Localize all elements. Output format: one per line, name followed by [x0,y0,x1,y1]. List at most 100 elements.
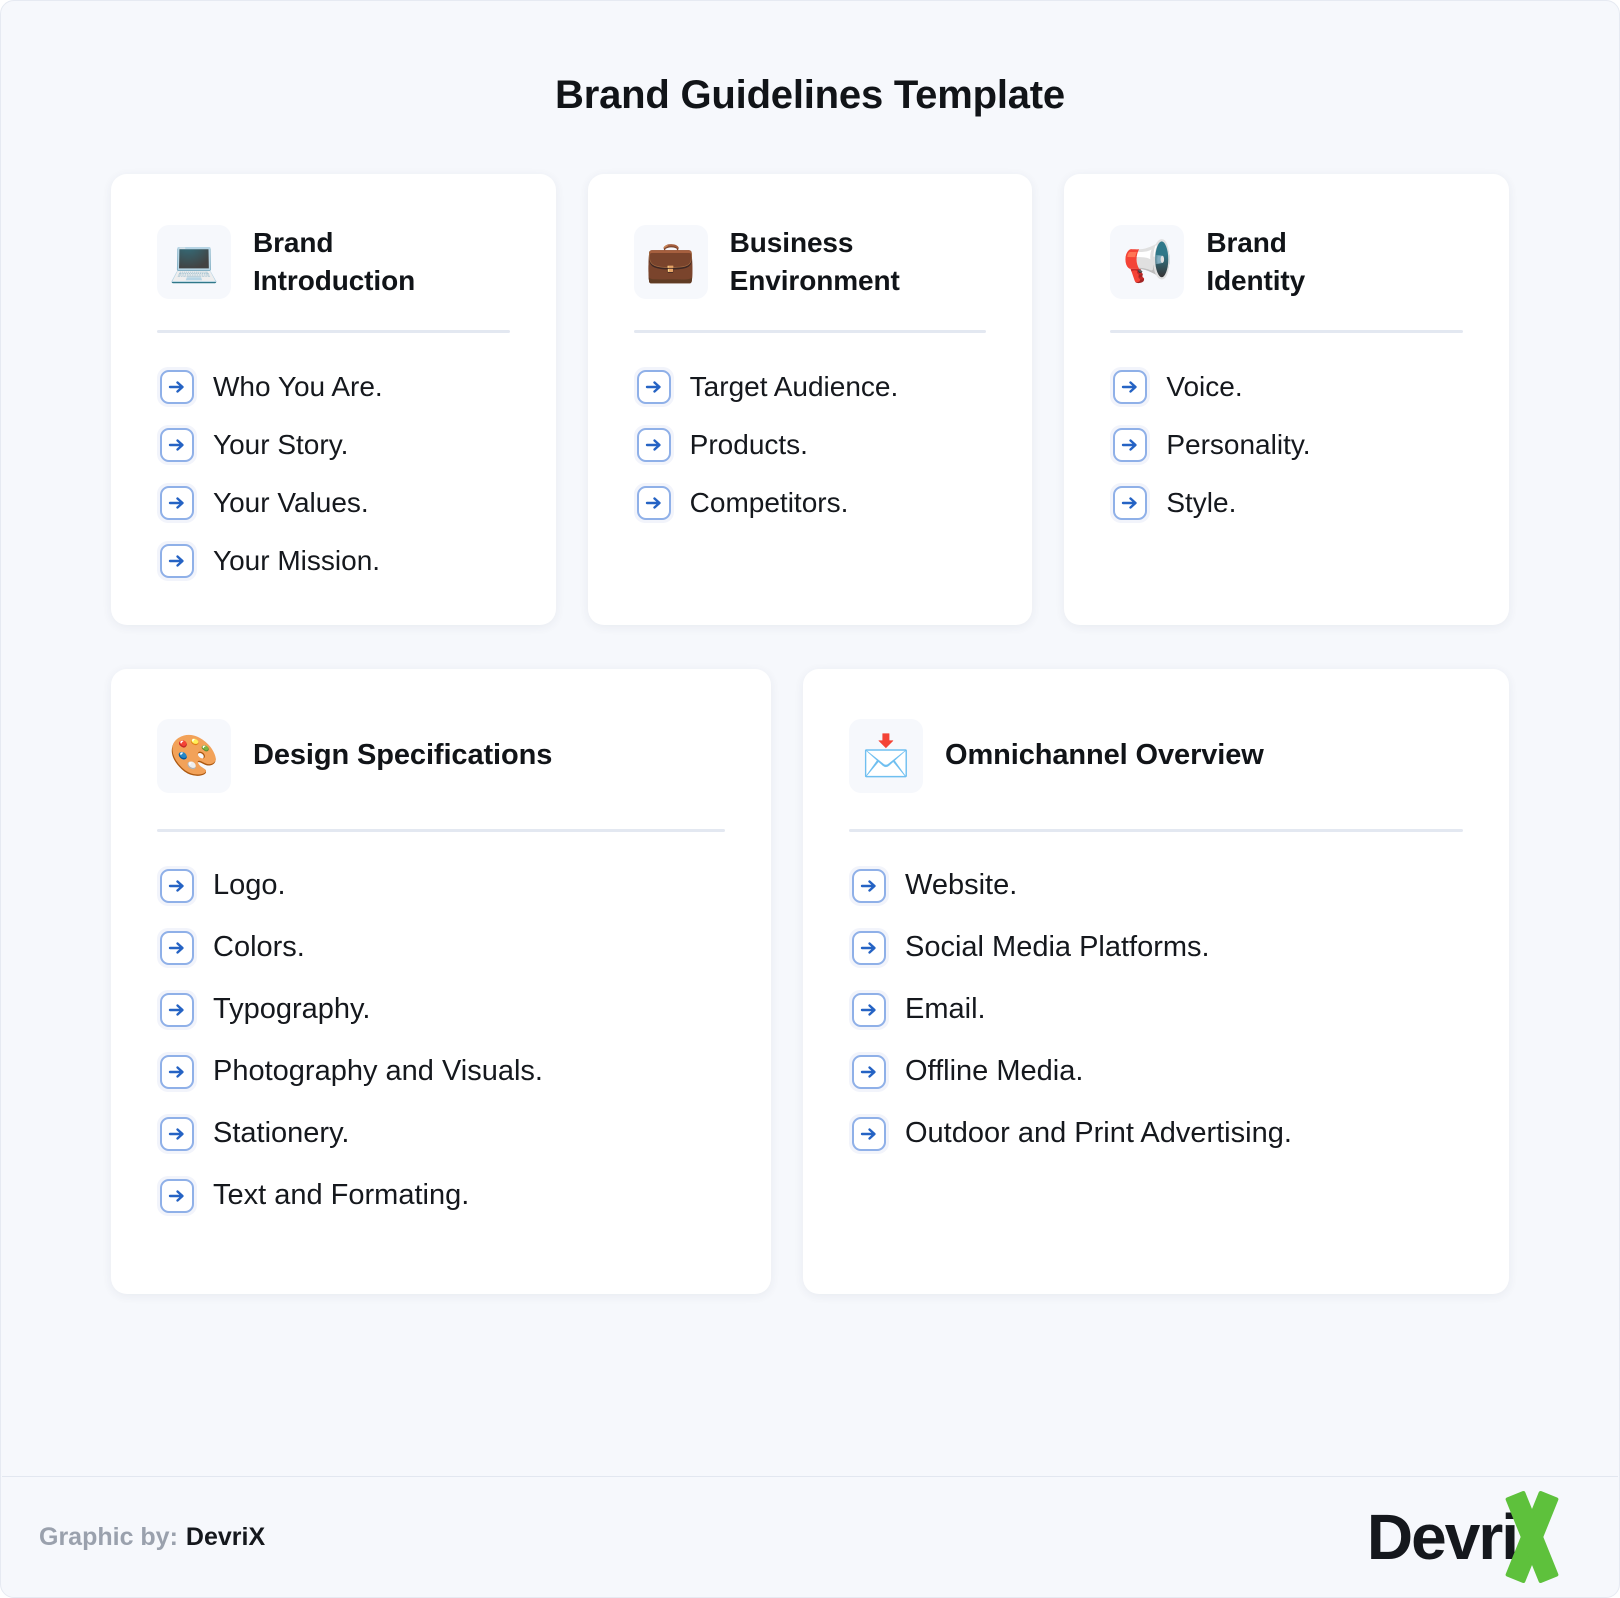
arrow-right-icon [849,1051,889,1092]
list-item[interactable]: Competitors. [633,482,987,523]
list-item-label: Products. [689,428,808,460]
list-item-label: Your Mission. [213,544,381,576]
card-divider [1110,329,1464,333]
list-item[interactable]: Target Audience. [633,366,987,407]
card-title-line-2: Environment [729,264,900,296]
credit-line: Graphic by: DevriX [39,1523,265,1552]
card-brand-introduction: 💻 Brand Introduction Who You Are. Your S… [111,174,556,625]
arrow-right-icon [157,1113,197,1154]
credit-prefix: Graphic by: [39,1522,178,1551]
card-title: Business Environment [730,224,900,300]
megaphone-icon: 📢 [1110,224,1185,299]
arrow-right-icon [633,482,674,523]
arrow-right-icon [157,482,197,523]
card-item-list: Website. Social Media Platforms. Email. … [849,865,1463,1154]
list-item[interactable]: Offline Media. [849,1051,1463,1092]
arrow-right-icon [849,865,889,906]
list-item[interactable]: Your Values. [157,482,510,523]
card-title: Brand Identity [1206,224,1305,300]
logo-x-icon [1491,1490,1573,1584]
card-header: 💻 Brand Introduction [157,224,510,300]
list-item-label: Colors. [213,931,305,964]
card-item-list: Voice. Personality. Style. [1110,366,1463,523]
cards-row-top: 💻 Brand Introduction Who You Are. Your S… [111,174,1510,625]
list-item-label: Email. [905,993,986,1026]
card-divider [633,329,987,333]
list-item[interactable]: Website. [849,865,1463,906]
credit-brand-name: DevriX [185,1522,266,1551]
arrow-right-icon [849,1113,889,1154]
card-title-line-2: Identity [1206,264,1306,296]
list-item[interactable]: Style. [1110,482,1463,523]
list-item-label: Who You Are. [213,370,383,402]
list-item-label: Style. [1166,486,1237,518]
list-item[interactable]: Colors. [157,927,725,968]
list-item-label: Logo. [213,869,286,902]
card-title-line-1: Brand [1206,227,1287,258]
list-item[interactable]: Your Story. [157,424,510,465]
card-divider [157,828,725,832]
arrow-right-icon [1110,482,1151,523]
list-item-label: Your Story. [213,428,349,460]
card-business-environment: 💼 Business Environment Target Audience. … [587,174,1033,625]
list-item-label: Competitors. [689,486,849,518]
card-title: Brand Introduction [253,224,415,300]
list-item-label: Target Audience. [689,370,899,402]
list-item-label: Personality. [1166,428,1311,460]
list-item-label: Your Values. [213,486,369,518]
card-title-line-1: Business [729,227,854,258]
list-item-label: Outdoor and Print Advertising. [905,1117,1292,1150]
list-item[interactable]: Logo. [157,865,725,906]
list-item[interactable]: Social Media Platforms. [849,927,1463,968]
briefcase-icon: 💼 [633,224,708,299]
list-item[interactable]: Photography and Visuals. [157,1051,725,1092]
arrow-right-icon [1110,424,1151,465]
devrix-logo: Devri [1367,1490,1579,1584]
card-brand-identity: 📢 Brand Identity Voice. Personality. Sty… [1064,174,1510,625]
laptop-icon: 💻 [157,224,231,299]
list-item[interactable]: Personality. [1110,424,1463,465]
card-item-list: Who You Are. Your Story. Your Values. Yo… [157,366,510,581]
list-item[interactable]: Stationery. [157,1113,725,1154]
list-item-label: Social Media Platforms. [905,931,1210,964]
card-header: 🎨 Design Specifications [157,718,725,793]
incoming-envelope-icon: 📩 [849,718,923,793]
arrow-right-icon [157,424,197,465]
arrow-right-icon [633,424,674,465]
card-header: 📢 Brand Identity [1110,224,1463,300]
arrow-right-icon [849,927,889,968]
arrow-right-icon [157,366,197,407]
list-item-label: Offline Media. [905,1055,1084,1088]
card-design-specifications: 🎨 Design Specifications Logo. Colors. Ty… [111,668,771,1294]
card-divider [849,828,1463,832]
arrow-right-icon [157,1175,197,1216]
cards-row-bottom: 🎨 Design Specifications Logo. Colors. Ty… [111,668,1509,1294]
arrow-right-icon [157,989,197,1030]
card-omnichannel-overview: 📩 Omnichannel Overview Website. Social M… [803,668,1509,1294]
arrow-right-icon [157,1051,197,1092]
arrow-right-icon [157,540,197,581]
list-item-label: Typography. [213,993,371,1026]
infographic-poster: Brand Guidelines Template 💻 Brand Introd… [0,0,1620,1598]
list-item[interactable]: Voice. [1110,366,1463,407]
list-item-label: Stationery. [213,1117,350,1150]
arrow-right-icon [633,366,674,407]
list-item-label: Website. [905,869,1018,902]
list-item-label: Text and Formating. [213,1179,470,1212]
list-item[interactable]: Your Mission. [157,540,510,581]
list-item[interactable]: Typography. [157,989,725,1030]
card-header: 💼 Business Environment [633,224,987,300]
list-item[interactable]: Who You Are. [157,366,510,407]
card-header: 📩 Omnichannel Overview [849,718,1463,793]
cards-container: 💻 Brand Introduction Who You Are. Your S… [1,174,1619,1476]
arrow-right-icon [1110,366,1151,407]
list-item[interactable]: Outdoor and Print Advertising. [849,1113,1463,1154]
card-title-line-2: Introduction [253,264,416,296]
card-title: Design Specifications [253,739,553,772]
arrow-right-icon [157,927,197,968]
list-item[interactable]: Products. [633,424,987,465]
list-item[interactable]: Text and Formating. [157,1175,725,1216]
card-title-line-1: Brand [253,227,334,258]
arrow-right-icon [157,865,197,906]
list-item[interactable]: Email. [849,989,1463,1030]
